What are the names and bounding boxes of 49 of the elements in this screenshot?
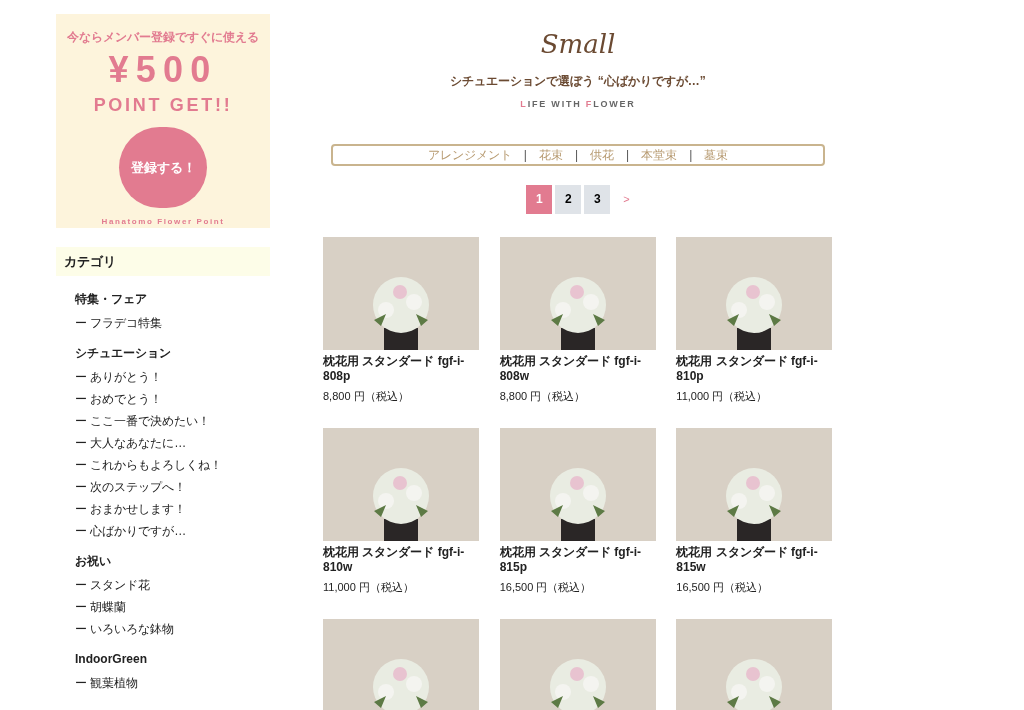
page-button[interactable]: 3: [584, 184, 611, 214]
product-price: 11,000 円（税込）: [323, 579, 415, 595]
product-title[interactable]: 枕花用 スタンダード fgf-i-808w: [499, 353, 657, 384]
category-header: カテゴリ: [56, 247, 270, 276]
category-link[interactable]: ー スタンド花: [75, 578, 151, 592]
photo-placeholder[interactable]: [499, 427, 656, 541]
category-link[interactable]: ー 観葉植物: [75, 676, 139, 690]
product-price: 11,000 円（税込）: [676, 388, 769, 404]
product-title[interactable]: 枕花用 スタンダード fgf-i-808p: [323, 353, 480, 384]
filter-separator: |: [689, 146, 693, 164]
page-button[interactable]: 2: [555, 184, 582, 214]
product-price: 8,800 円（税込）: [499, 388, 587, 404]
category-group-title: シチュエーション: [75, 345, 172, 362]
banner-lead: 今ならメンバー登録ですぐに使える: [67, 29, 259, 46]
page-subtitle: シチュエーションで選ぼう “心ばかりですが…”: [450, 73, 706, 90]
product-title[interactable]: 枕花用 スタンダード fgf-i-815p: [499, 544, 657, 575]
photo-placeholder[interactable]: [323, 236, 479, 350]
product-price: 16,500 円（税込）: [676, 579, 770, 595]
banner-headline: POINT GET!!: [93, 94, 233, 117]
product-price: 8,800 円（税込）: [323, 388, 410, 404]
product-price: 16,500 円（税込）: [499, 579, 593, 595]
filter-separator: |: [626, 146, 630, 164]
product-title[interactable]: 枕花用 スタンダード fgf-i-810p: [676, 353, 833, 384]
banner-amount: ¥500: [108, 52, 218, 88]
category-link[interactable]: ー 次のステップへ！: [75, 480, 187, 494]
category-link[interactable]: ー いろいろな鉢物: [75, 622, 175, 636]
category-link[interactable]: ー 胡蝶蘭: [75, 600, 127, 614]
page-title: Small: [540, 28, 616, 60]
category-link[interactable]: ー 心ばかりですが…: [75, 524, 187, 538]
filter-separator: |: [523, 146, 527, 164]
filter-separator: |: [574, 146, 578, 164]
category-link[interactable]: ー フラデコ特集: [75, 316, 163, 330]
photo-placeholder[interactable]: [676, 427, 833, 541]
category-link[interactable]: ー ここ一番で決めたい！: [75, 414, 211, 428]
category-link[interactable]: ー ありがとう！: [75, 370, 163, 384]
tagline: LIFE WITH F LOWER: [520, 98, 636, 111]
category-link[interactable]: ー これからもよろしくね！: [75, 458, 223, 472]
photo-placeholder[interactable]: [676, 236, 833, 350]
category-link[interactable]: ー おめでとう！: [75, 392, 163, 406]
product-title[interactable]: 枕花用 スタンダード fgf-i-810w: [323, 544, 480, 575]
category-group-title: 特集・フェア: [75, 291, 148, 308]
photo-placeholder[interactable]: [323, 427, 479, 541]
category-group-title: IndoorGreen: [75, 651, 148, 668]
category-link[interactable]: ー 大人なあなたに…: [75, 436, 187, 450]
category-link[interactable]: ー おまかせします！: [75, 502, 187, 516]
product-title[interactable]: 枕花用 スタンダード fgf-i-815w: [676, 544, 833, 575]
category-group-title: お祝い: [75, 553, 112, 570]
banner-footer: Hanatomo Flower Point: [101, 216, 225, 228]
photo-placeholder[interactable]: [499, 236, 656, 350]
